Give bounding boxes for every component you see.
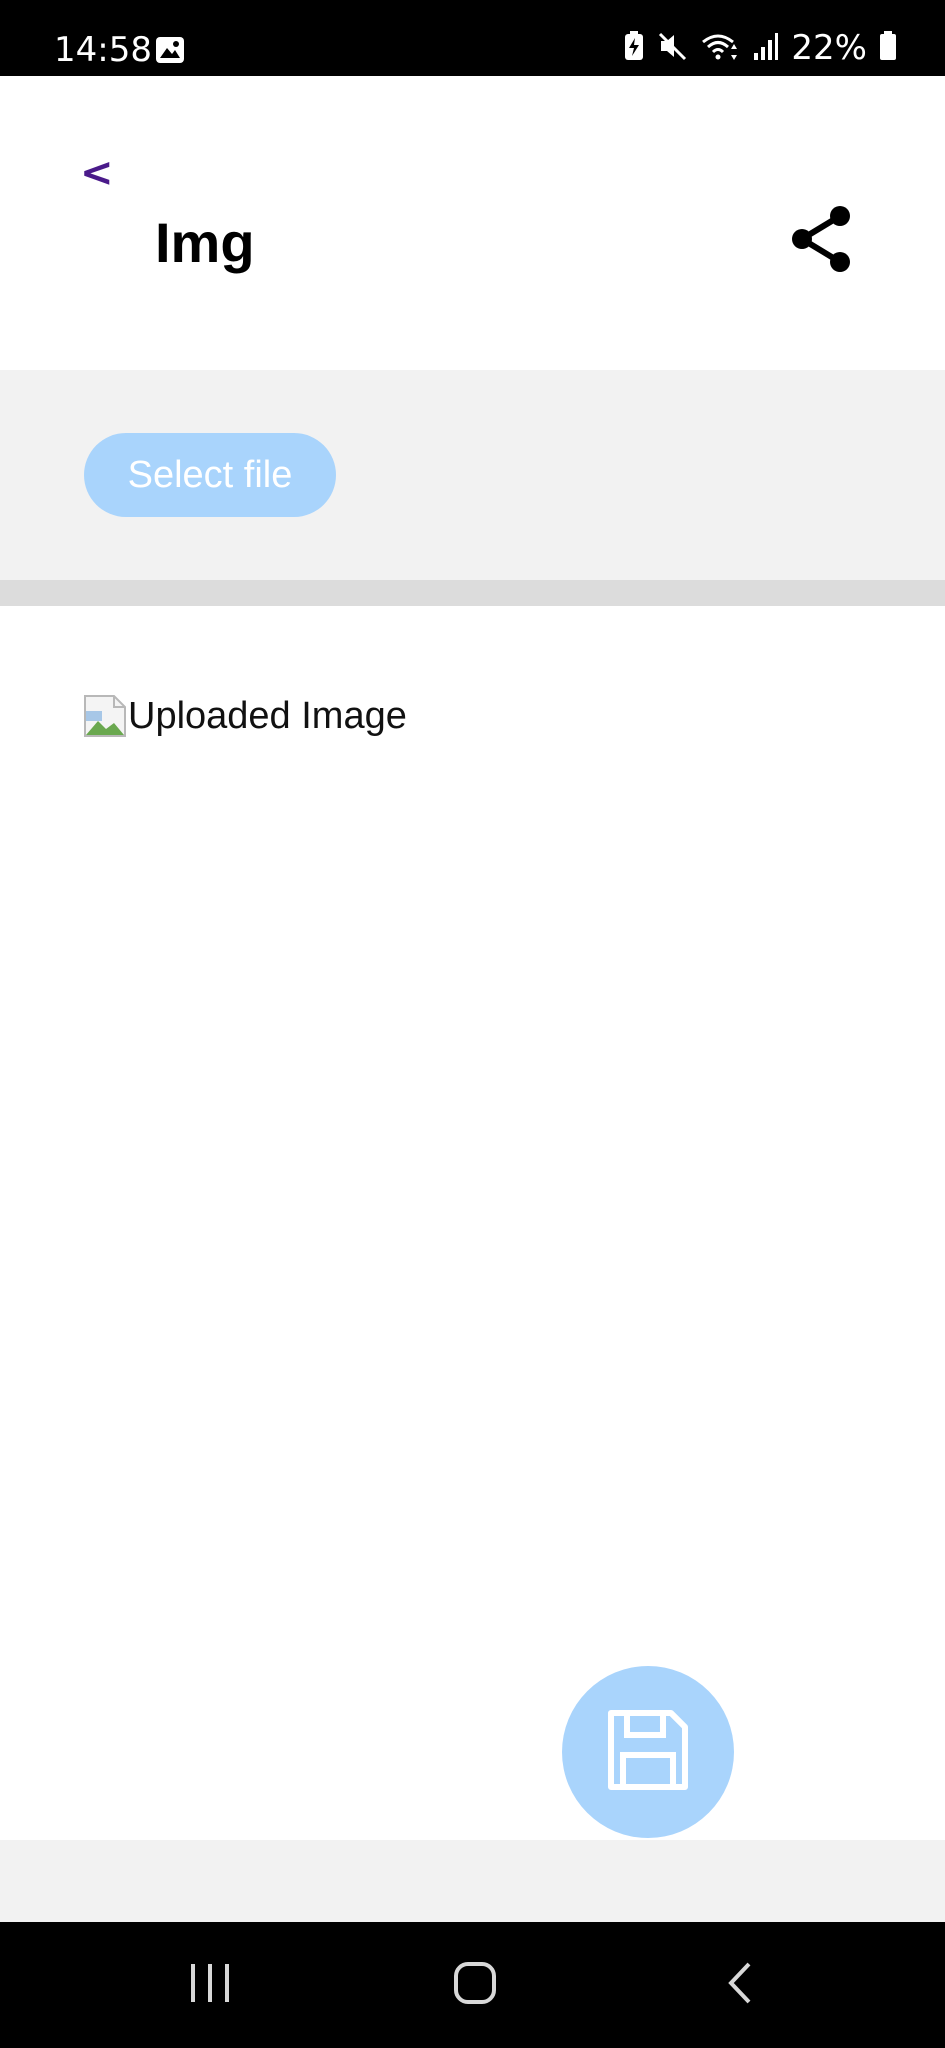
recents-icon [188,1961,232,2010]
back-icon [725,1961,755,2010]
select-file-button[interactable]: Select file [84,433,336,517]
nav-home-button[interactable] [425,1922,525,2048]
status-right-group: 22% [623,26,897,70]
section-divider [0,580,945,606]
battery-percent: 22% [791,28,867,68]
save-button[interactable] [562,1666,734,1838]
save-icon [603,1705,693,1800]
gallery-icon [155,36,185,69]
broken-image-icon [84,695,126,737]
system-nav-bar [0,1922,945,2048]
wifi-icon [701,30,741,67]
upload-section: Select file [0,370,945,580]
back-button[interactable]: < [80,148,116,198]
battery-icon [879,30,897,66]
nav-recents-button[interactable] [160,1922,260,2048]
mute-icon [657,30,689,67]
page-title: Img [155,211,255,274]
status-time: 14:58 [54,30,152,70]
bottom-strip [0,1840,945,1922]
uploaded-image: Uploaded Image [84,694,407,738]
share-button[interactable] [790,204,852,274]
status-bar: 14:58 22% [0,0,945,76]
image-alt-text: Uploaded Image [128,695,407,737]
home-icon [453,1961,497,2010]
image-content-area: Uploaded Image [0,606,945,1840]
share-icon [790,206,852,278]
signal-icon [753,31,779,66]
battery-saver-icon [623,30,645,66]
nav-back-button[interactable] [690,1922,790,2048]
